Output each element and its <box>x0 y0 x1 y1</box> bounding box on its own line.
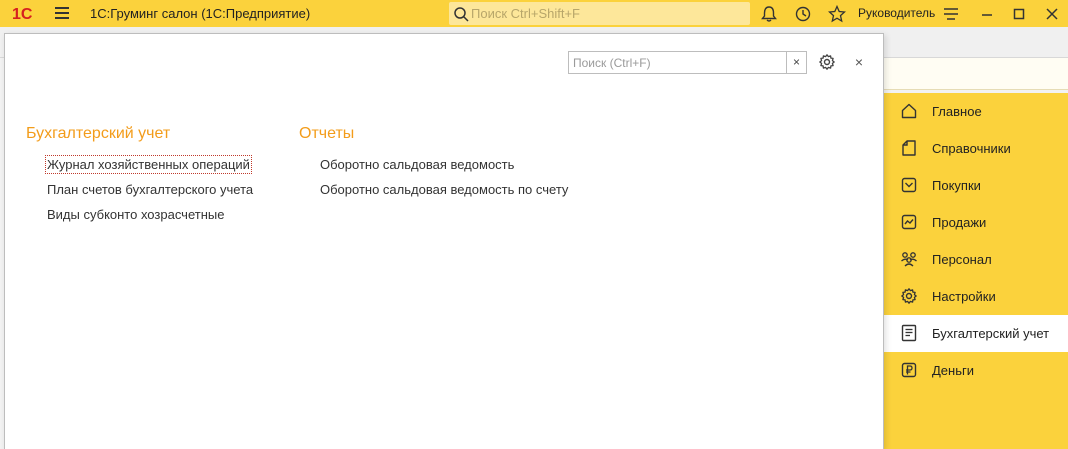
reference-icon <box>902 140 916 156</box>
close-window-icon[interactable] <box>1043 5 1061 23</box>
section-label: Продажи <box>932 215 987 230</box>
section-label: Персонал <box>932 252 992 267</box>
section-label: Главное <box>932 104 982 119</box>
section-settings[interactable]: Настройки <box>884 278 1068 315</box>
popup-search-placeholder: Поиск (Ctrl+F) <box>573 56 651 70</box>
svg-text:1С: 1С <box>12 6 33 22</box>
section-purchases[interactable]: Покупки <box>884 167 1068 204</box>
minimize-icon[interactable] <box>978 5 996 23</box>
people-icon <box>901 252 917 267</box>
home-icon <box>901 103 917 119</box>
section-label: Покупки <box>932 178 981 193</box>
section-accounting[interactable]: Бухгалтерский учет <box>884 315 1068 352</box>
link-journal[interactable]: Журнал хозяйственных операций <box>45 155 252 174</box>
ledger-icon <box>901 324 917 342</box>
link-turnover-balance-by-account[interactable]: Оборотно сальдовая ведомость по счету <box>320 182 568 197</box>
section-label: Бухгалтерский учет <box>932 326 1050 341</box>
sales-icon <box>901 214 917 230</box>
section-label: Настройки <box>932 289 996 304</box>
gear-icon <box>901 288 917 304</box>
sections-panel: Главное Справочники Покупки Продажи Перс… <box>884 93 1068 449</box>
column-heading-reports: Отчеты <box>299 125 355 142</box>
link-turnover-balance[interactable]: Оборотно сальдовая ведомость <box>320 157 514 172</box>
title-bar: 1С 1С:Груминг салон (1С:Предприятие) Пои… <box>0 0 1068 27</box>
search-clear-button[interactable]: × <box>786 51 807 74</box>
history-icon[interactable] <box>794 5 812 23</box>
background-panel-header <box>884 58 1068 90</box>
1c-logo-icon[interactable]: 1С <box>12 4 42 22</box>
section-label: Справочники <box>932 141 1011 156</box>
main-menu-icon[interactable] <box>55 7 69 19</box>
popup-close-button[interactable]: × <box>852 53 866 71</box>
link-subconto-types[interactable]: Виды субконто хозрасчетные <box>47 207 224 222</box>
section-sales[interactable]: Продажи <box>884 204 1068 241</box>
ruble-icon <box>901 362 917 378</box>
section-main[interactable]: Главное <box>884 93 1068 130</box>
bell-icon[interactable] <box>760 5 778 23</box>
column-heading-accounting: Бухгалтерский учет <box>26 125 171 142</box>
settings-menu-icon[interactable] <box>942 5 960 23</box>
star-icon[interactable] <box>828 5 846 23</box>
section-popup: Поиск (Ctrl+F) × × Бухгалтерский учет Жу… <box>4 33 884 449</box>
section-label: Деньги <box>932 363 974 378</box>
link-chart-of-accounts[interactable]: План счетов бухгалтерского учета <box>47 182 253 197</box>
purchases-icon <box>901 177 917 193</box>
global-search-placeholder: Поиск Ctrl+Shift+F <box>471 6 580 21</box>
user-name[interactable]: Руководитель <box>858 6 935 20</box>
maximize-icon[interactable] <box>1010 5 1028 23</box>
popup-search-input[interactable]: Поиск (Ctrl+F) <box>568 51 787 74</box>
section-money[interactable]: Деньги <box>884 352 1068 389</box>
section-references[interactable]: Справочники <box>884 130 1068 167</box>
search-icon <box>454 7 469 22</box>
app-title: 1С:Груминг салон (1С:Предприятие) <box>90 6 311 21</box>
section-personnel[interactable]: Персонал <box>884 241 1068 278</box>
gear-icon[interactable] <box>818 53 836 71</box>
global-search-input[interactable]: Поиск Ctrl+Shift+F <box>449 2 750 25</box>
